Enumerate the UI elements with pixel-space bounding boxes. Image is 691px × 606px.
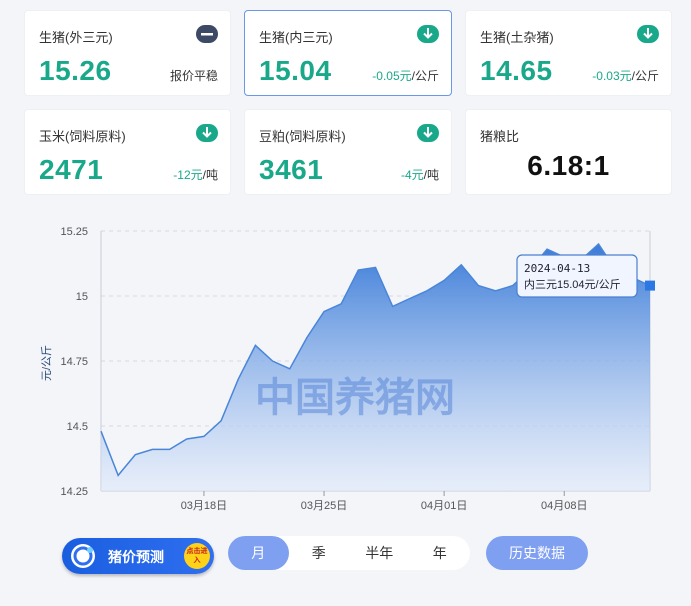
x-tick-label: 04月01日: [421, 500, 467, 512]
tab-year[interactable]: 年: [410, 536, 471, 570]
arrow-down-icon: [637, 25, 659, 43]
card-change: -0.03元/公斤: [592, 69, 659, 83]
y-tick-label: 14.25: [60, 486, 88, 498]
data-point[interactable]: [391, 304, 395, 308]
data-point[interactable]: [116, 473, 120, 477]
price-card-tuzazhu[interactable]: 生猪(土杂猪) 14.65 -0.03元/公斤: [465, 10, 672, 96]
data-point[interactable]: [150, 447, 154, 451]
data-point[interactable]: [236, 377, 240, 381]
predict-logo-icon: [71, 544, 95, 568]
card-name: 豆粕(饲料原料): [259, 129, 346, 144]
data-point[interactable]: [288, 367, 292, 371]
data-point[interactable]: [374, 265, 378, 269]
data-point[interactable]: [219, 419, 223, 423]
x-tick-label: 03月18日: [181, 500, 227, 512]
card-name: 生猪(土杂猪): [480, 30, 554, 45]
history-data-button[interactable]: 历史数据: [486, 536, 588, 570]
card-name: 生猪(外三元): [39, 30, 113, 45]
data-point[interactable]: [99, 429, 103, 433]
data-point[interactable]: [425, 289, 429, 293]
y-tick-label: 15: [76, 291, 88, 303]
data-point[interactable]: [305, 336, 309, 340]
data-point[interactable]: [322, 310, 326, 314]
chart-tooltip: 2024-04-13 内三元15.04元/公斤: [516, 254, 638, 298]
y-tick-label: 14.75: [60, 356, 88, 368]
data-point[interactable]: [253, 343, 257, 347]
price-card-corn[interactable]: 玉米(饲料原料) 2471 -12元/吨: [24, 109, 231, 195]
data-point[interactable]: [494, 289, 498, 293]
card-name: 生猪(内三元): [259, 30, 333, 45]
bottom-controls: 猪价预测 点击进入 月 季 半年 年 历史数据: [0, 530, 691, 580]
price-chart-svg[interactable]: 15.25 15 14.75 14.5 14.25 03月18日 03月25日 04月01日 0…: [0, 215, 691, 520]
y-tick-label: 14.5: [67, 421, 88, 433]
data-point[interactable]: [168, 447, 172, 451]
data-point[interactable]: [271, 359, 275, 363]
arrow-down-icon: [417, 124, 439, 142]
flat-icon: [196, 25, 218, 43]
data-point[interactable]: [476, 284, 480, 288]
data-point[interactable]: [408, 297, 412, 301]
card-price: 6.18:1: [527, 150, 610, 181]
data-point[interactable]: [356, 268, 360, 272]
y-axis-label: 元/公斤: [40, 345, 53, 381]
watermark: 中国养猪网: [255, 376, 455, 420]
highlighted-point[interactable]: [645, 280, 655, 291]
card-change: 报价平稳: [169, 69, 218, 83]
tab-month[interactable]: 月: [228, 536, 289, 570]
x-tick-label: 04月08日: [541, 500, 587, 512]
price-chart[interactable]: 15.25 15 14.75 14.5 14.25 03月18日 03月25日 04月01日 0…: [0, 215, 691, 520]
price-card-soymeal[interactable]: 豆粕(饲料原料) 3461 -4元/吨: [244, 109, 452, 195]
data-point[interactable]: [459, 263, 463, 267]
card-price: 3461: [259, 154, 324, 185]
data-point[interactable]: [339, 302, 343, 306]
data-point[interactable]: [545, 247, 549, 251]
period-tabs: 月 季 半年 年: [228, 536, 470, 570]
tooltip-date: 2024-04-13: [524, 262, 590, 275]
price-predict-button[interactable]: 猪价预测 点击进入: [62, 538, 214, 574]
data-point[interactable]: [511, 284, 515, 288]
card-change: -12元/吨: [173, 168, 218, 182]
predict-label: 猪价预测: [108, 549, 164, 565]
predict-badge: 点击进入: [184, 543, 210, 569]
x-tick-label: 03月25日: [301, 500, 347, 512]
price-card-waisanyuan[interactable]: 生猪(外三元) 15.26 报价平稳: [24, 10, 231, 96]
card-change: -4元/吨: [400, 168, 439, 182]
data-point[interactable]: [442, 278, 446, 282]
price-card-neisanyuan[interactable]: 生猪(内三元) 15.04 -0.05元/公斤: [244, 10, 452, 96]
data-point[interactable]: [597, 242, 601, 246]
price-card-hog-grain-ratio[interactable]: 猪粮比 6.18:1: [465, 109, 672, 195]
tooltip-text: 内三元15.04元/公斤: [524, 277, 621, 291]
card-name: 猪粮比: [480, 129, 520, 144]
y-tick-label: 15.25: [60, 226, 88, 238]
tab-quarter[interactable]: 季: [289, 536, 350, 570]
data-point[interactable]: [185, 437, 189, 441]
tab-half-year[interactable]: 半年: [349, 536, 410, 570]
data-point[interactable]: [133, 453, 137, 457]
card-price: 15.04: [259, 55, 332, 86]
card-change: -0.05元/公斤: [372, 69, 439, 83]
arrow-down-icon: [417, 25, 439, 43]
data-point[interactable]: [202, 434, 206, 438]
card-price: 2471: [39, 154, 104, 185]
card-price: 14.65: [480, 55, 553, 86]
card-price: 15.26: [39, 55, 112, 86]
card-name: 玉米(饲料原料): [39, 129, 126, 144]
arrow-down-icon: [196, 124, 218, 142]
